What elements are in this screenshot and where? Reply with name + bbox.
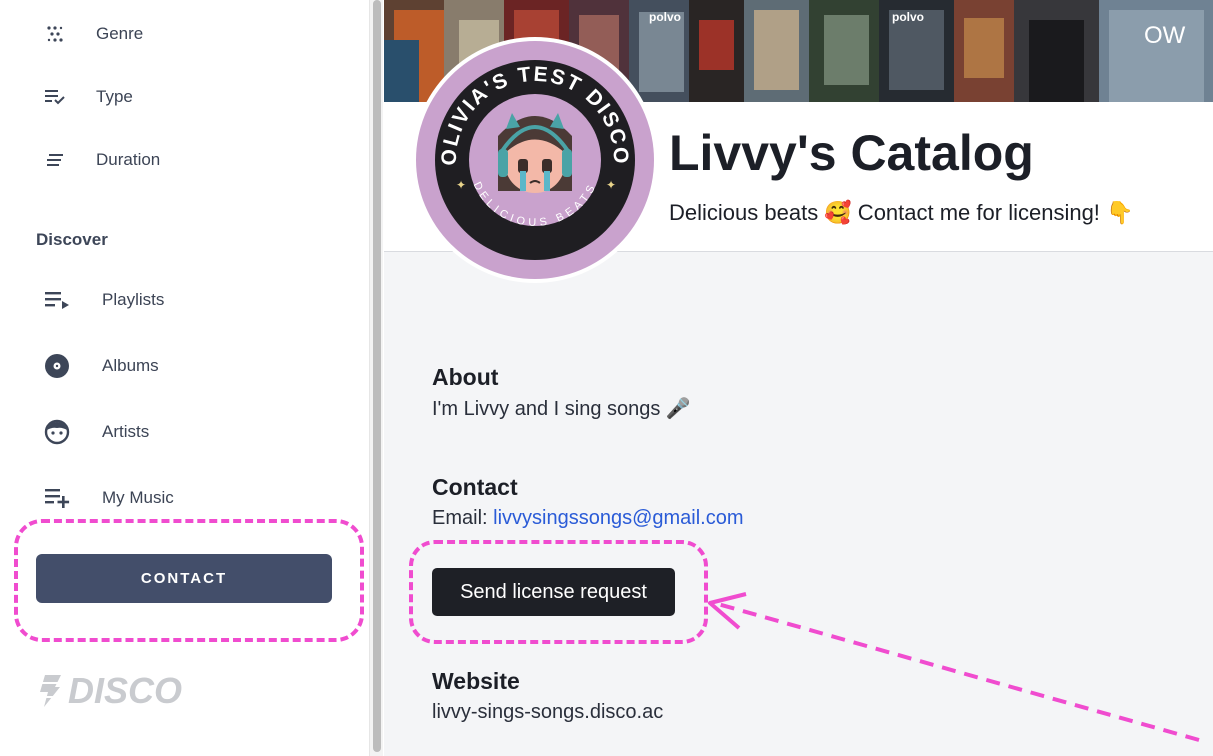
page-subtitle: Delicious beats 🥰 Contact me for licensi… [669, 200, 1134, 225]
sidebar-item-type[interactable]: Type [0, 77, 369, 117]
sidebar-item-label: Playlists [102, 290, 165, 309]
sidebar-item-label: My Music [102, 488, 174, 507]
profile-avatar: OLIVIA'S TEST DISCO DELICIOUS BEATS ✦ ✦ [412, 37, 658, 283]
banner-label: polvo [892, 10, 924, 24]
email-link[interactable]: livvysingssongs@gmail.com [493, 507, 743, 529]
sidebar-item-artists[interactable]: Artists [0, 412, 369, 452]
disco-logo-text: DISCO [68, 670, 183, 711]
about-heading: About [432, 364, 499, 390]
sidebar-item-my-music[interactable]: My Music [0, 478, 369, 518]
album-disc-icon [42, 354, 72, 378]
playlist-add-icon [42, 486, 72, 510]
sidebar-item-duration[interactable]: Duration [0, 140, 369, 180]
sidebar-item-label: Albums [102, 356, 159, 375]
sidebar-item-playlists[interactable]: Playlists [0, 280, 369, 320]
disco-logo: DISCO [36, 670, 182, 712]
playlist-icon [42, 288, 72, 312]
svg-text:✦: ✦ [606, 178, 616, 192]
email-label: Email: [432, 507, 488, 529]
scrollbar-thumb[interactable] [373, 0, 381, 752]
avatar-logo-image: OLIVIA'S TEST DISCO DELICIOUS BEATS ✦ ✦ [435, 60, 635, 260]
artist-face-icon [42, 419, 72, 445]
duration-lines-icon [40, 148, 70, 172]
send-license-request-button[interactable]: Send license request [432, 568, 675, 616]
sidebar-item-genre[interactable]: Genre [0, 14, 369, 54]
sidebar-item-label: Type [96, 87, 133, 106]
disco-bolt-icon [40, 675, 61, 707]
type-list-check-icon [40, 85, 70, 109]
about-text: I'm Livvy and I sing songs 🎤 [432, 398, 691, 420]
banner-label: OW [1144, 22, 1186, 49]
discover-heading: Discover [36, 230, 108, 249]
main-content: polvo polvo OW OLIVIA'S TEST DISCO DELIC… [384, 0, 1213, 756]
website-url: livvy-sings-songs.disco.ac [432, 701, 664, 723]
banner-label: polvo [649, 10, 681, 24]
sidebar-item-label: Artists [102, 422, 150, 441]
sidebar-item-albums[interactable]: Albums [0, 346, 369, 386]
contact-heading: Contact [432, 474, 518, 500]
page-title: Livvy's Catalog [669, 125, 1034, 181]
website-heading: Website [432, 668, 520, 694]
sidebar-item-label: Genre [96, 24, 144, 43]
sidebar-scrollbar[interactable] [369, 0, 383, 756]
contact-email-line: Email: livvysingssongs@gmail.com [432, 507, 744, 530]
genre-dots-icon [40, 22, 70, 46]
sidebar-item-label: Duration [96, 150, 161, 169]
svg-text:✦: ✦ [456, 178, 466, 192]
sidebar: Genre Type Duration Discover Playlists A… [0, 0, 369, 756]
contact-button[interactable]: CONTACT [36, 554, 332, 603]
